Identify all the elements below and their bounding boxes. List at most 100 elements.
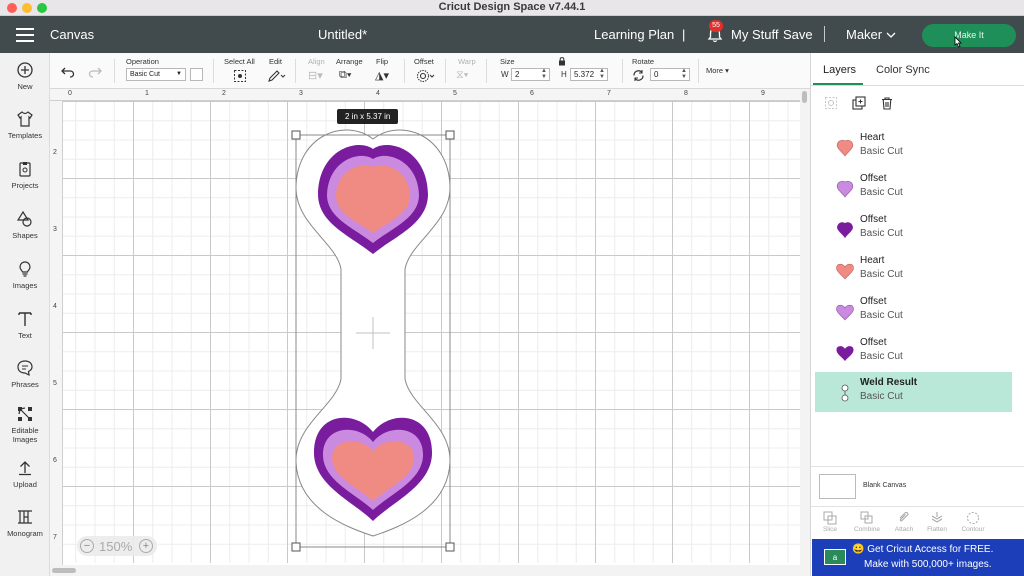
select-all-icon[interactable] bbox=[233, 69, 247, 83]
tab-color-sync[interactable]: Color Sync bbox=[876, 64, 930, 76]
make-it-button[interactable]: Make It bbox=[922, 24, 1016, 47]
chevron-down-icon[interactable] bbox=[886, 31, 896, 39]
layer-operation: Basic Cut bbox=[860, 269, 903, 280]
flip-icon[interactable]: ◮▾ bbox=[375, 69, 389, 83]
flatten-button[interactable]: Flatten bbox=[920, 511, 954, 533]
teardrop-icon bbox=[837, 222, 853, 238]
keychain-design[interactable] bbox=[280, 124, 480, 554]
zoom-control: − 150% + bbox=[77, 536, 157, 556]
layer-name: Weld Result bbox=[860, 377, 918, 388]
pen-edit-icon[interactable] bbox=[267, 69, 287, 83]
cricut-access-promo[interactable]: a 😀 Get Cricut Access for FREE. Make wit… bbox=[812, 539, 1024, 576]
scrollbar-thumb[interactable] bbox=[802, 91, 807, 103]
offset-icon[interactable] bbox=[416, 69, 436, 83]
ruler-top-9: 9 bbox=[761, 90, 765, 97]
rail-item-projects[interactable]: Projects bbox=[0, 160, 50, 190]
duplicate-icon[interactable] bbox=[852, 96, 866, 110]
operation-color-swatch[interactable] bbox=[190, 68, 203, 81]
tab-layers[interactable]: Layers bbox=[823, 64, 856, 76]
width-input[interactable]: 2 ▲ ▼ bbox=[511, 68, 550, 81]
monogram-icon bbox=[18, 510, 32, 524]
combine-button[interactable]: Combine bbox=[847, 511, 887, 533]
ruler-top-6: 6 bbox=[530, 90, 534, 97]
contour-button[interactable]: Contour bbox=[956, 511, 990, 533]
layer-row[interactable]: Offset Basic Cut bbox=[815, 332, 1012, 372]
promo-line-1-text: Get Cricut Access for FREE. bbox=[867, 544, 994, 555]
left-rail: New Templates Projects Shapes Images Tex… bbox=[0, 53, 50, 576]
width-label: W bbox=[501, 70, 509, 79]
ruler-left: 2 3 4 5 6 7 bbox=[50, 101, 63, 576]
rail-item-images[interactable]: Images bbox=[0, 260, 50, 290]
height-input[interactable]: 5.372 ▲ ▼ bbox=[570, 68, 608, 81]
design-canvas[interactable]: 0 1 2 3 4 5 6 7 8 9 2 3 4 5 6 7 2 in x 5… bbox=[50, 89, 810, 576]
stepper-icon[interactable]: ▲ ▼ bbox=[599, 68, 605, 80]
toolbar-divider bbox=[445, 59, 446, 83]
blank-canvas-swatch[interactable] bbox=[819, 474, 856, 499]
redo-icon[interactable] bbox=[88, 66, 102, 78]
select-all-label: Select All bbox=[224, 57, 255, 66]
vertical-scrollbar[interactable] bbox=[800, 89, 810, 576]
layer-row[interactable]: Heart Basic Cut bbox=[815, 250, 1012, 290]
layer-row[interactable]: Offset Basic Cut bbox=[815, 209, 1012, 249]
teardrop-icon bbox=[836, 180, 854, 198]
attach-button[interactable]: Attach bbox=[887, 511, 921, 533]
rail-item-new[interactable]: New bbox=[0, 61, 50, 91]
align-icon[interactable]: ⊟▾ bbox=[308, 69, 323, 83]
ruler-top-7: 7 bbox=[607, 90, 611, 97]
warp-label: Warp bbox=[458, 57, 476, 66]
more-menu[interactable]: More ▾ bbox=[706, 66, 729, 75]
layer-row-selected[interactable]: Weld Result Basic Cut bbox=[815, 372, 1012, 412]
selection-handle bbox=[445, 130, 455, 140]
zoom-out-button[interactable]: − bbox=[80, 539, 94, 553]
slice-button[interactable]: Slice bbox=[813, 511, 847, 533]
rail-item-text[interactable]: Text bbox=[0, 310, 50, 340]
ruler-left-5: 5 bbox=[53, 380, 57, 387]
ruler-top-2: 2 bbox=[222, 90, 226, 97]
lock-icon[interactable] bbox=[558, 56, 566, 66]
rotate-icon[interactable] bbox=[632, 69, 645, 82]
heart-icon bbox=[836, 263, 854, 280]
save-button[interactable]: Save bbox=[783, 27, 813, 42]
scrollbar-thumb[interactable] bbox=[52, 568, 76, 573]
undo-icon[interactable] bbox=[61, 66, 75, 78]
layer-row[interactable]: Offset Basic Cut bbox=[815, 168, 1012, 208]
contour-icon bbox=[967, 512, 979, 524]
heart-icon bbox=[836, 304, 854, 321]
document-title[interactable]: Untitled* bbox=[318, 27, 367, 42]
shapes-icon bbox=[16, 210, 32, 227]
layer-row[interactable]: Heart Basic Cut bbox=[815, 127, 1012, 167]
ruler-top-1: 1 bbox=[145, 90, 149, 97]
horizontal-scrollbar[interactable] bbox=[50, 565, 800, 576]
rail-item-shapes[interactable]: Shapes bbox=[0, 210, 50, 240]
my-stuff-link[interactable]: My Stuff bbox=[731, 27, 778, 42]
selection-handle bbox=[291, 130, 301, 140]
stepper-icon[interactable]: ▲ ▼ bbox=[681, 68, 687, 80]
arrange-icon[interactable]: ⧉▾ bbox=[339, 69, 351, 83]
layers-list: Heart Basic Cut Offset Basic Cut Offset … bbox=[811, 123, 1024, 473]
rail-item-editable-images[interactable]: Editable Images bbox=[0, 405, 50, 444]
flatten-icon bbox=[931, 512, 943, 523]
hamburger-menu-icon[interactable] bbox=[16, 28, 34, 42]
weld-shape-icon bbox=[841, 384, 849, 402]
height-label: H bbox=[561, 70, 567, 79]
rail-item-upload[interactable]: Upload bbox=[0, 459, 50, 489]
group-icon[interactable] bbox=[824, 96, 838, 110]
stepper-icon[interactable]: ▲ ▼ bbox=[541, 68, 547, 80]
tool-label: Contour bbox=[961, 526, 985, 533]
operation-select[interactable]: Basic Cut ▼ bbox=[126, 68, 186, 81]
rotate-input[interactable]: 0 ▲ ▼ bbox=[650, 68, 690, 81]
blank-canvas-row[interactable]: Blank Canvas bbox=[811, 466, 1024, 506]
rail-label: Upload bbox=[13, 480, 37, 489]
rail-item-templates[interactable]: Templates bbox=[0, 110, 50, 140]
layer-operation: Basic Cut bbox=[860, 351, 903, 362]
zoom-in-button[interactable]: + bbox=[139, 539, 153, 553]
rail-item-monogram[interactable]: Monogram bbox=[0, 508, 50, 538]
bottom-tools: Slice Combine Attach Flatten Contour bbox=[811, 506, 1024, 539]
learning-plan-link[interactable]: Learning Plan bbox=[594, 27, 674, 42]
trash-icon[interactable] bbox=[880, 96, 894, 110]
layer-row[interactable]: Offset Basic Cut bbox=[815, 291, 1012, 331]
warp-icon[interactable]: ⧖▾ bbox=[456, 69, 468, 83]
machine-select[interactable]: Maker bbox=[846, 27, 882, 42]
rail-item-phrases[interactable]: Phrases bbox=[0, 359, 50, 389]
ruler-top-5: 5 bbox=[453, 90, 457, 97]
